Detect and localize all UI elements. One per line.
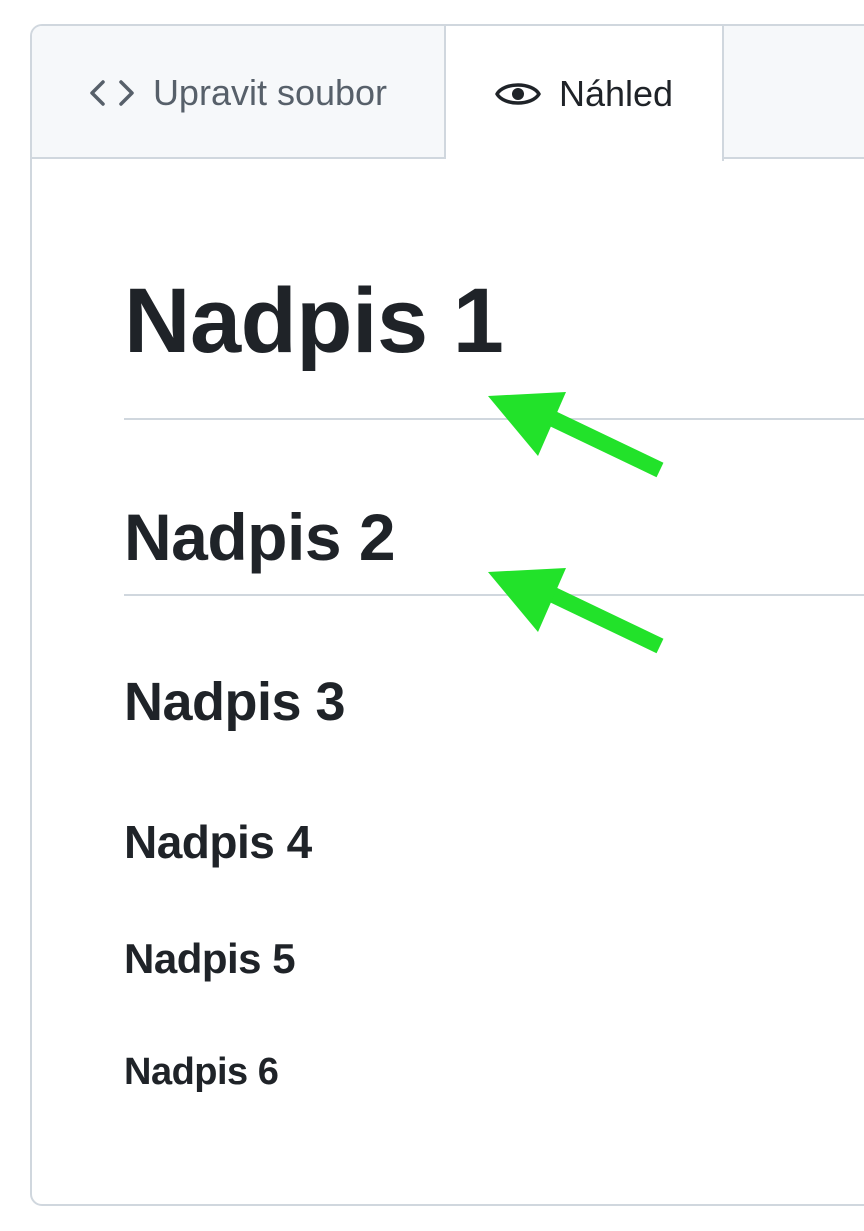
tab-bar: Upravit soubor Náhled <box>32 26 864 161</box>
tab-preview-label: Náhled <box>558 72 674 114</box>
code-icon <box>89 79 135 107</box>
heading-2-divider <box>124 594 864 596</box>
heading-1-divider <box>124 418 864 420</box>
heading-1: Nadpis 1 <box>124 270 504 372</box>
heading-4: Nadpis 4 <box>124 816 312 868</box>
eye-icon <box>495 79 541 109</box>
tab-edit-file-label: Upravit soubor <box>152 71 388 113</box>
heading-6: Nadpis 6 <box>124 1051 279 1093</box>
heading-2: Nadpis 2 <box>124 500 396 574</box>
file-preview-panel: Upravit soubor Náhled Nadpis 1 Nadpis 2 … <box>30 24 864 1206</box>
tab-edit-file[interactable]: Upravit soubor <box>32 26 446 159</box>
heading-3: Nadpis 3 <box>124 672 346 732</box>
heading-5: Nadpis 5 <box>124 935 296 982</box>
tab-preview[interactable]: Náhled <box>446 26 724 161</box>
